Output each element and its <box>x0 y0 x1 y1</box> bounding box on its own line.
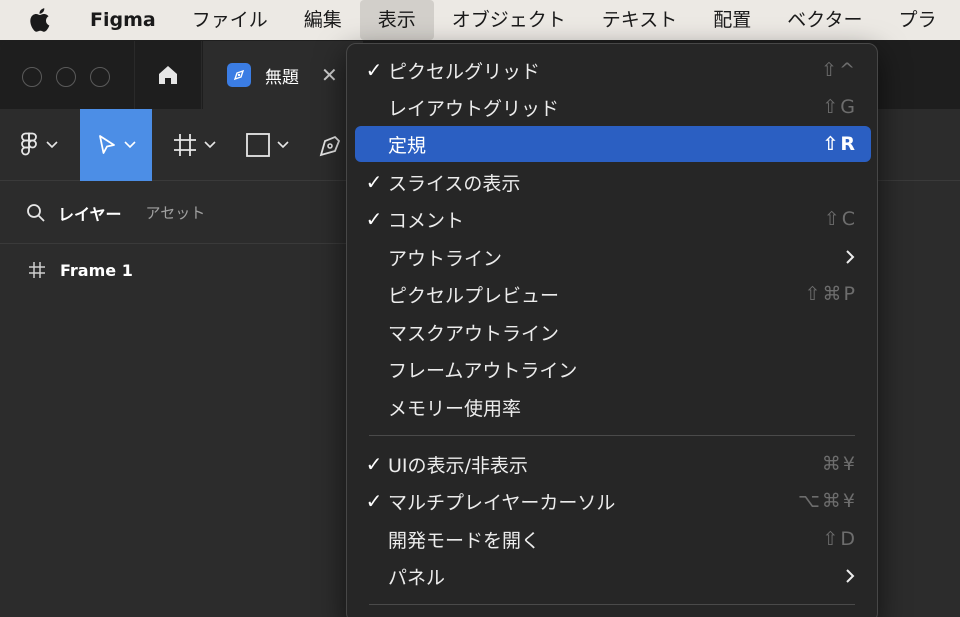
menu-item-open-dev-mode[interactable]: 開発モードを開く ⇧D <box>355 521 871 557</box>
menu-item-outlines[interactable]: アウトライン <box>355 239 871 275</box>
menu-item-toggle-ui[interactable]: ✓ UIの表示/非表示 ⌘¥ <box>355 446 871 482</box>
menu-item-rulers[interactable]: 定規 ⇧R <box>355 126 871 162</box>
layer-row[interactable]: Frame 1 <box>0 244 360 296</box>
menu-item-label: UIの表示/非表示 <box>388 454 528 477</box>
move-tool-button[interactable] <box>80 109 152 181</box>
menu-item-label: ピクセルプレビュー <box>388 284 560 307</box>
chevron-down-icon <box>277 141 289 149</box>
tab-title: 無題 <box>265 67 299 88</box>
search-icon[interactable] <box>26 203 46 223</box>
menu-item-shortcut: ⇧G <box>822 96 857 118</box>
menu-item-label: アウトライン <box>388 247 503 270</box>
chevron-down-icon <box>204 141 216 149</box>
chevron-down-icon <box>124 141 136 149</box>
frame-icon <box>29 262 45 278</box>
menu-text[interactable]: テキスト <box>584 0 695 40</box>
panel-tabs: レイヤー アセット <box>0 182 360 244</box>
menu-item-shortcut: ⇧C <box>823 208 857 230</box>
rectangle-icon <box>246 133 270 157</box>
minimize-window-button[interactable] <box>56 67 76 87</box>
menu-item-comments[interactable]: ✓ コメント ⇧C <box>355 201 871 237</box>
home-icon <box>159 66 177 84</box>
menu-item-multiplayer-cursors[interactable]: ✓ マルチプレイヤーカーソル ⌥⌘¥ <box>355 483 871 519</box>
menu-item-panels[interactable]: パネル <box>355 558 871 594</box>
pen-icon <box>319 135 341 157</box>
menu-item-label: フレームアウトライン <box>388 359 578 382</box>
check-icon: ✓ <box>365 170 383 194</box>
menu-item-frame-outlines[interactable]: フレームアウトライン <box>355 351 871 387</box>
menu-app-figma[interactable]: Figma <box>72 0 174 40</box>
menu-item-memory-usage[interactable]: メモリー使用率 <box>355 389 871 425</box>
menu-separator <box>369 604 855 605</box>
menu-item-shortcut: ⇧D <box>822 528 857 550</box>
menu-item-shortcut: ⇧R <box>822 133 857 155</box>
pen-tool-button[interactable] <box>318 109 344 181</box>
close-tab-icon[interactable]: ✕ <box>321 63 338 87</box>
close-window-button[interactable] <box>22 67 42 87</box>
menu-item-label: 開発モードを開く <box>388 529 541 552</box>
apple-icon[interactable] <box>28 7 72 33</box>
check-icon: ✓ <box>365 207 383 231</box>
menu-item-shortcut: ⌥⌘¥ <box>798 490 857 512</box>
menu-item-pixel-grid[interactable]: ✓ ピクセルグリッド ⇧^ <box>355 52 871 88</box>
menu-object[interactable]: オブジェクト <box>434 0 584 40</box>
menu-item-shortcut: ⇧^ <box>821 59 857 81</box>
layers-panel: レイヤー アセット Frame 1 <box>0 182 360 617</box>
menu-file[interactable]: ファイル <box>174 0 286 40</box>
menu-item-label: スライスの表示 <box>388 172 521 195</box>
menu-item-label: パネル <box>388 566 446 589</box>
check-icon: ✓ <box>365 452 383 476</box>
menu-separator <box>369 435 855 436</box>
tab-assets[interactable]: アセット <box>146 202 206 223</box>
file-icon <box>227 63 251 87</box>
menu-item-label: マルチプレイヤーカーソル <box>388 491 616 514</box>
menu-item-label: マスクアウトライン <box>388 322 560 345</box>
menu-item-pixel-preview[interactable]: ピクセルプレビュー ⇧⌘P <box>355 276 871 312</box>
menu-item-shortcut: ⌘¥ <box>821 453 857 475</box>
menu-item-label: メモリー使用率 <box>388 397 522 420</box>
menu-item-shortcut: ⇧⌘P <box>804 283 857 305</box>
figma-logo-icon <box>21 132 37 156</box>
tab-layers[interactable]: レイヤー <box>58 201 122 225</box>
menu-item-label: ピクセルグリッド <box>388 60 541 83</box>
frame-icon <box>174 134 196 156</box>
frame-tool-button[interactable] <box>172 109 216 181</box>
menu-edit[interactable]: 編集 <box>286 0 360 40</box>
cursor-icon <box>99 135 115 154</box>
menu-item-label: 定規 <box>388 134 427 157</box>
view-menu: ✓ ピクセルグリッド ⇧^ レイアウトグリッド ⇧G 定規 ⇧R ✓ スライスの… <box>346 43 878 617</box>
shape-tool-button[interactable] <box>245 109 289 181</box>
menu-item-mask-outlines[interactable]: マスクアウトライン <box>355 314 871 350</box>
menu-view[interactable]: 表示 <box>359 0 434 40</box>
check-icon: ✓ <box>365 58 383 82</box>
chevron-right-icon <box>845 249 855 265</box>
menu-item-label: コメント <box>388 209 465 232</box>
menu-item-layout-grid[interactable]: レイアウトグリッド ⇧G <box>355 89 871 125</box>
menu-vector[interactable]: ベクター <box>769 0 880 40</box>
menu-plugins[interactable]: プラ <box>880 0 954 40</box>
zoom-window-button[interactable] <box>90 67 110 87</box>
check-icon: ✓ <box>365 489 383 513</box>
menu-item-label: レイアウトグリッド <box>388 97 560 120</box>
main-menu-button[interactable] <box>18 109 58 181</box>
menu-bar: Figma ファイル 編集 表示 オブジェクト テキスト 配置 ベクター プラ <box>0 0 960 40</box>
chevron-down-icon <box>46 141 58 149</box>
home-button[interactable] <box>134 41 202 109</box>
layer-name: Frame 1 <box>60 260 133 280</box>
menu-arrange[interactable]: 配置 <box>695 0 769 40</box>
file-tab[interactable]: 無題 ✕ <box>203 41 363 109</box>
menu-item-show-slices[interactable]: ✓ スライスの表示 <box>355 164 871 200</box>
chevron-right-icon <box>845 568 855 584</box>
